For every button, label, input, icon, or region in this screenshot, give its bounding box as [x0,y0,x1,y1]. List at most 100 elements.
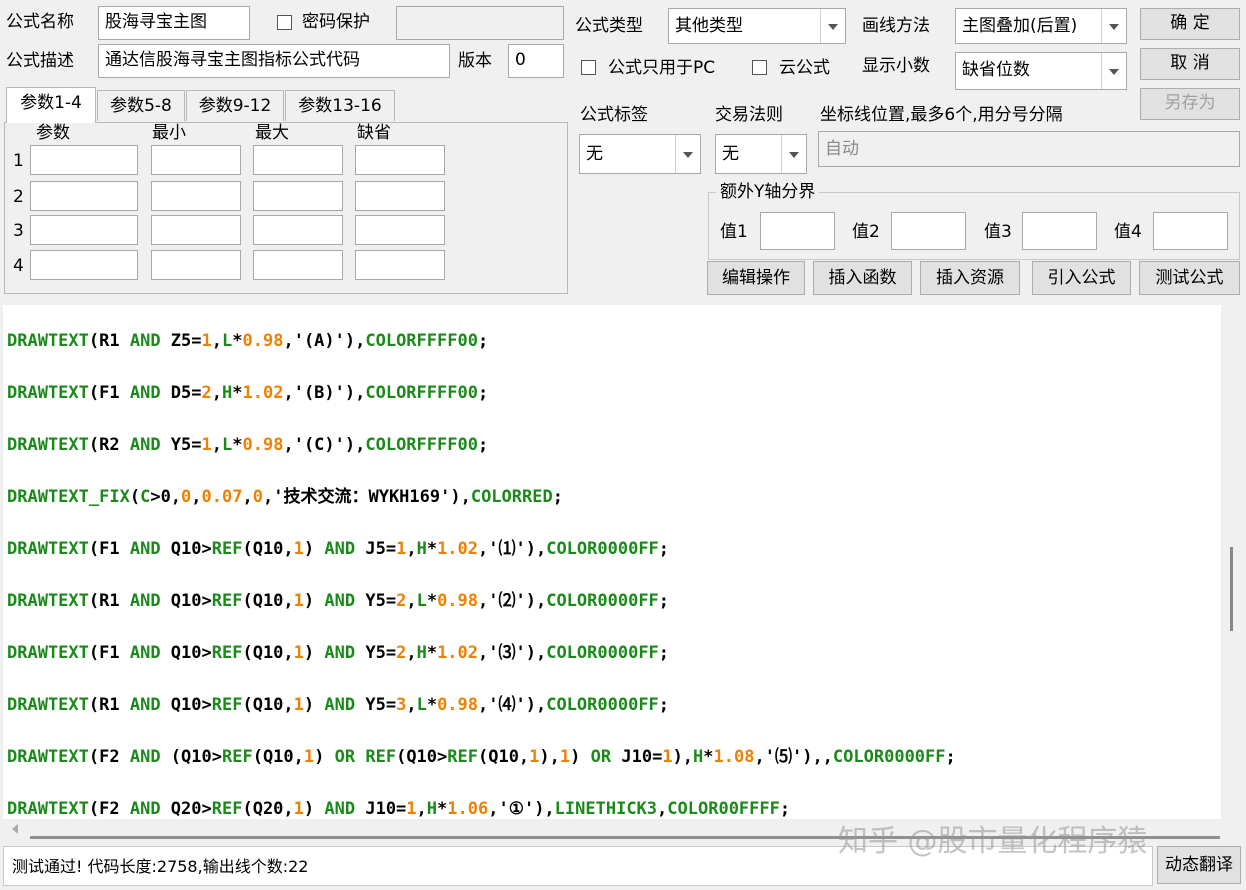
import-formula-button[interactable]: 引入公式 [1032,261,1131,295]
chevron-down-icon[interactable] [781,135,806,173]
code-token: (R1 [88,695,130,715]
test-formula-button[interactable]: 测试公式 [1139,261,1240,295]
formula-tag-value: 无 [586,144,603,164]
formula-tag-select[interactable]: 无 [579,134,701,174]
code-token: AND [129,383,161,403]
code-token: (R1 [88,331,130,351]
code-token: ,'(A)'), [283,331,366,351]
param-1-min[interactable] [151,145,241,175]
param-row-4-index: 4 [13,256,24,276]
code-token: REF [211,539,243,559]
param-1-max[interactable] [253,145,343,175]
code-token: * [426,695,438,715]
decimals-select[interactable]: 缺省位数 [955,52,1127,90]
ok-button[interactable]: 确 定 [1140,8,1240,40]
code-token: 1 [559,747,571,767]
draw-method-select[interactable]: 主图叠加(后置) [955,8,1127,44]
param-1-default[interactable] [355,145,445,175]
chevron-down-icon[interactable] [1101,9,1126,43]
param-4-max[interactable] [253,250,343,280]
param-4-min[interactable] [151,250,241,280]
chevron-down-icon[interactable] [675,135,700,173]
tab-params-1-4[interactable]: 参数1-4 [6,87,96,123]
value-1-input[interactable] [760,212,835,250]
cloud-formula-checkbox[interactable] [752,60,767,75]
code-token: Q10> [160,643,212,663]
code-token: ; [477,331,489,351]
code-token: ) [303,695,325,715]
code-token: AND [129,331,161,351]
code-token: 0 [252,487,263,507]
code-editor[interactable]: DRAWTEXT(R1 AND Z5=1,L*0.98,'(A)'),COLOR… [3,305,1221,819]
code-token: * [232,435,243,455]
code-token: DRAWTEXT [7,747,89,767]
code-token: ) [303,643,325,663]
param-2-default[interactable] [355,181,445,211]
param-4-default[interactable] [355,250,445,280]
code-token: AND [129,539,161,559]
code-token: 1 [662,747,673,767]
code-token: DRAWTEXT [7,539,89,559]
pc-only-checkbox[interactable] [581,60,596,75]
formula-desc-input[interactable]: 通达信股海寻宝主图指标公式代码 [98,44,450,78]
edit-operation-button[interactable]: 编辑操作 [707,261,805,295]
code-token: ) [570,747,591,767]
param-2-max[interactable] [253,181,343,211]
formula-name-label: 公式名称 [6,12,74,32]
param-3-min[interactable] [151,215,241,245]
code-token: L [416,695,427,715]
code-token: (F1 [88,383,130,403]
code-token: (F2 [88,747,130,767]
code-token: ), [539,747,560,767]
code-token: J10= [611,747,663,767]
code-token: Q10> [160,695,212,715]
param-2-min[interactable] [151,181,241,211]
scroll-left-arrow-icon[interactable] [12,824,18,834]
param-2-name[interactable] [30,181,138,211]
code-token: AND [324,799,356,819]
tab-params-9-12[interactable]: 参数9-12 [186,90,284,121]
trade-rule-select[interactable]: 无 [715,134,807,174]
version-input[interactable]: 0 [508,44,564,78]
value-3-input[interactable] [1022,212,1097,250]
password-protect-checkbox[interactable] [277,15,292,30]
vertical-scrollbar-thumb[interactable] [1230,547,1233,631]
formula-name-input[interactable]: 股海寻宝主图 [98,6,250,40]
tab-params-13-16[interactable]: 参数13-16 [285,90,395,121]
cancel-button[interactable]: 取 消 [1140,48,1240,80]
param-header-min: 最小 [152,123,186,143]
code-token: REF [211,643,243,663]
code-token: REF [221,747,253,767]
code-token: , [211,435,223,455]
chevron-down-icon[interactable] [820,9,845,43]
code-token: (Q20, [242,799,294,819]
insert-function-button[interactable]: 插入函数 [813,261,912,295]
param-3-max[interactable] [253,215,343,245]
code-token: LINETHICK3 [554,799,658,819]
code-token: OR [590,747,612,767]
tab-params-5-8[interactable]: 参数5-8 [97,90,185,121]
param-3-name[interactable] [30,215,138,245]
code-token: (R2 [88,435,130,455]
code-token: REF [211,695,243,715]
param-3-default[interactable] [355,215,445,245]
code-token: 1 [293,539,304,559]
value-2-input[interactable] [891,212,966,250]
code-token: , [406,695,417,715]
code-token: DRAWTEXT [7,643,89,663]
code-token: REF [211,591,243,611]
param-1-name[interactable] [30,145,138,175]
chevron-down-icon[interactable] [1101,53,1126,89]
code-token: AND [129,695,161,715]
formula-type-select[interactable]: 其他类型 [668,8,846,44]
extra-y-axis-label: 额外Y轴分界 [716,181,820,203]
insert-resource-button[interactable]: 插入资源 [920,261,1020,295]
param-4-name[interactable] [30,250,138,280]
value-4-input[interactable] [1153,212,1228,250]
code-line: DRAWTEXT(F1 AND D5=2,H*1.02,'(B)'),COLOR… [7,381,488,405]
code-token: 1 [293,799,304,819]
code-line: DRAWTEXT(R1 AND Z5=1,L*0.98,'(A)'),COLOR… [7,329,488,353]
code-token: H [416,643,427,663]
code-token: 1.02 [437,643,479,663]
dynamic-translate-button[interactable]: 动态翻译 [1157,846,1241,884]
